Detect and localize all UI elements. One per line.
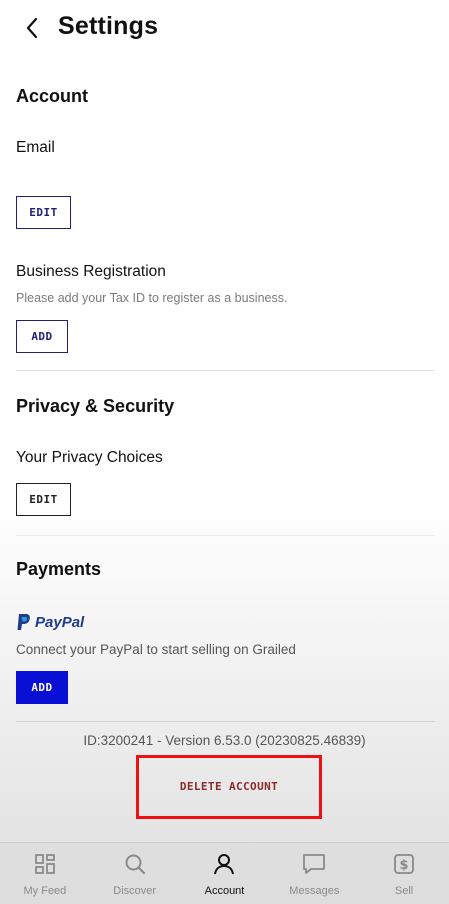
person-icon [212,852,236,876]
paypal-icon [17,614,30,630]
business-add-button[interactable]: ADD [16,320,68,353]
paypal-description: Connect your PayPal to start selling on … [16,642,296,657]
message-icon [302,852,326,876]
divider [16,535,435,536]
chevron-left-icon [26,17,38,39]
header: Settings [0,0,449,58]
tab-account[interactable]: Account [180,843,270,904]
bottom-tab-bar: My Feed Discover Account Messages $ Sell [0,842,449,904]
tab-sell[interactable]: $ Sell [359,843,449,904]
tab-label: Messages [289,885,340,897]
tab-my-feed[interactable]: My Feed [0,843,90,904]
paypal-wordmark: PayPal [35,613,85,631]
divider [16,721,435,722]
business-registration-label: Business Registration [16,263,166,280]
payments-section-title: Payments [16,559,102,579]
back-button[interactable] [18,13,46,43]
version-info: ID:3200241 - Version 6.53.0 (20230825.46… [83,733,366,748]
divider [16,370,435,371]
paypal-add-button[interactable]: ADD [16,671,68,704]
delete-account-highlight: DELETE ACCOUNT [136,755,322,819]
delete-account-button[interactable]: DELETE ACCOUNT [139,758,319,814]
business-registration-description: Please add your Tax ID to register as a … [16,291,288,305]
privacy-choices-label: Your Privacy Choices [16,449,163,466]
page-title: Settings [58,12,159,40]
dollar-icon: $ [392,852,416,876]
tab-label: Sell [394,885,414,897]
tab-label: My Feed [23,885,67,897]
email-edit-button[interactable]: EDIT [16,196,71,229]
tab-label: Account [204,885,245,897]
email-label: Email [16,139,55,156]
svg-text:$: $ [400,858,409,873]
tab-discover[interactable]: Discover [90,843,180,904]
privacy-section-title: Privacy & Security [16,396,175,416]
privacy-edit-button[interactable]: EDIT [16,483,71,516]
feed-icon [33,852,57,876]
paypal-logo: PayPal [16,612,84,632]
tab-label: Discover [113,885,157,897]
search-icon [123,852,147,876]
account-section-title: Account [16,86,88,106]
tab-messages[interactable]: Messages [269,843,359,904]
